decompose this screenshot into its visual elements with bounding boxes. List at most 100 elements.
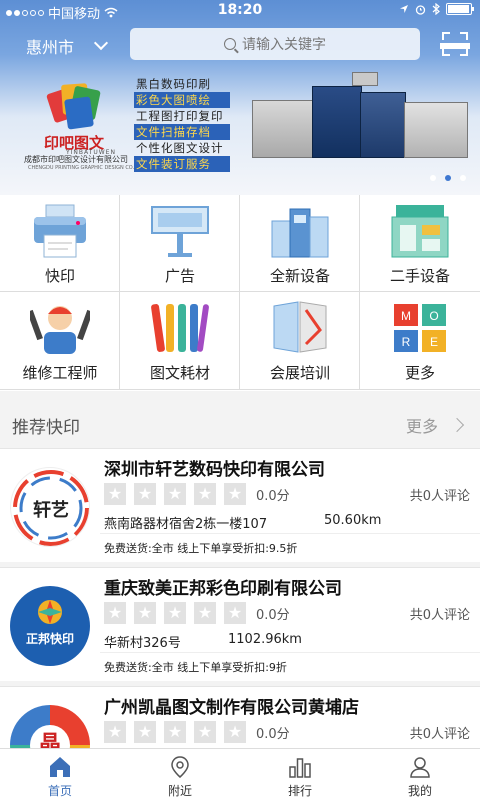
banner-slogan: 文件扫描存档 <box>134 124 230 140</box>
category-item-more[interactable]: M O R E 更多 <box>360 292 480 390</box>
shop-distance: 50.60km <box>324 513 382 528</box>
category-item-repair-engineer[interactable]: 维修工程师 <box>0 292 120 390</box>
category-label: 快印 <box>44 267 75 285</box>
card-divider <box>100 533 480 534</box>
shop-card[interactable]: 轩艺 深圳市轩艺数码快印有限公司 0.0分 共0人评论 燕南路器材宿舍2栋一楼1… <box>0 448 480 562</box>
header: 中国移动 18:20 惠州市 请输入关键字 印吧图文 YINBATUWEN 成都… <box>0 0 480 195</box>
star-icon <box>164 602 186 624</box>
shop-logo: 轩艺 <box>10 467 90 547</box>
carousel-dot[interactable] <box>445 175 451 181</box>
company-name: 成都市印吧图文设计有限公司 <box>24 155 128 164</box>
repair-engineer-icon <box>30 306 90 354</box>
city-label: 惠州市 <box>26 38 75 57</box>
category-item-quick-print[interactable]: 快印 <box>0 195 120 292</box>
shop-name: 重庆致美正邦彩色印刷有限公司 <box>104 579 342 599</box>
star-icon <box>194 602 216 624</box>
card-divider <box>100 652 480 653</box>
tab-label: 排行 <box>287 784 312 798</box>
star-icon <box>134 483 156 505</box>
shop-score: 0.0分 <box>256 489 290 504</box>
carousel-dots <box>0 175 480 181</box>
shop-reviews: 共0人评论 <box>409 489 470 504</box>
star-icon <box>224 483 246 505</box>
carousel-dot[interactable] <box>460 175 466 181</box>
billboard-icon <box>151 206 209 257</box>
printer-image <box>252 72 474 164</box>
svg-text:O: O <box>429 309 438 323</box>
slogan-list: 黑白数码印刷 彩色大图喷绘 工程图打印复印 文件扫描存档 个性化图文设计 文件装订服务 <box>134 76 230 172</box>
search-input[interactable]: 请输入关键字 <box>130 28 420 60</box>
category-label: 二手设备 <box>389 267 450 285</box>
star-icon <box>134 602 156 624</box>
shop-promo: 免费送货:全市 线上下单享受折扣:9折 <box>104 661 287 674</box>
shop-card[interactable]: 晶 广州凯晶图文制作有限公司黄埔店 0.0分 共0人评论 <box>0 686 480 748</box>
star-icon <box>194 483 216 505</box>
tab-label: 我的 <box>407 784 432 798</box>
star-icon <box>104 483 126 505</box>
banner-slogan: 黑白数码印刷 <box>136 77 211 91</box>
alarm-icon <box>415 4 426 15</box>
new-equipment-icon <box>271 208 329 258</box>
star-icon <box>194 721 216 743</box>
recommend-header: 推荐快印 更多 <box>0 402 480 446</box>
category-item-used-equipment[interactable]: 二手设备 <box>360 195 480 292</box>
company-logo <box>44 80 104 136</box>
chevron-right-icon <box>449 417 465 433</box>
category-item-ads[interactable]: 广告 <box>120 195 240 292</box>
tab-nearby[interactable]: 附近 <box>120 749 240 800</box>
category-label: 全新设备 <box>269 267 330 285</box>
svg-text:M: M <box>401 309 411 323</box>
banner-slogan: 个性化图文设计 <box>136 141 224 155</box>
location-icon <box>171 756 189 778</box>
category-item-consumables[interactable]: 图文耗材 <box>120 292 240 390</box>
shop-logo: 晶 <box>10 705 90 748</box>
carousel-dot[interactable] <box>430 175 436 181</box>
banner-slogan: 工程图打印复印 <box>136 109 224 123</box>
profile-icon <box>410 757 430 778</box>
tab-profile[interactable]: 我的 <box>360 749 480 800</box>
category-label: 更多 <box>404 364 435 382</box>
star-icon <box>164 483 186 505</box>
promo-banner[interactable]: 印吧图文 YINBATUWEN 成都市印吧图文设计有限公司 CHENGDU PR… <box>0 62 480 195</box>
category-label: 图文耗材 <box>149 364 210 382</box>
company-name-english: CHENGDU PRINTING GRAPHIC DESIGN CO.,LTD <box>28 165 145 171</box>
used-equipment-icon <box>391 205 449 258</box>
category-label: 维修工程师 <box>22 364 98 382</box>
rating-stars <box>104 721 246 743</box>
shop-promo: 免费送货:全市 线上下单享受折扣:9.5折 <box>104 542 298 555</box>
chevron-down-icon <box>93 35 109 51</box>
tab-label: 首页 <box>47 784 72 798</box>
shop-address: 华新村326号 <box>104 636 181 651</box>
svg-text:R: R <box>402 335 411 349</box>
shop-address: 燕南路器材宿舍2栋一楼107 <box>104 517 268 532</box>
shop-card[interactable]: 正邦快印 重庆致美正邦彩色印刷有限公司 0.0分 共0人评论 华新村326号 1… <box>0 567 480 681</box>
star-icon <box>104 721 126 743</box>
tab-bar: 首页 附近 排行 我的 <box>0 748 480 800</box>
category-item-new-equipment[interactable]: 全新设备 <box>240 195 360 292</box>
banner-slogan: 文件装订服务 <box>134 156 230 172</box>
category-grid: 快印 广告 全新设备 二手设备 维修工程师 图文耗材 会展培训 M O R E … <box>0 195 480 391</box>
tab-ranking[interactable]: 排行 <box>240 749 360 800</box>
shop-logo-text: 晶 <box>30 725 70 748</box>
star-icon <box>224 602 246 624</box>
exhibition-training-icon <box>273 301 327 353</box>
shop-logo: 正邦快印 <box>10 586 90 666</box>
search-icon <box>224 38 236 50</box>
shop-logo-text: 轩艺 <box>33 500 69 521</box>
battery-icon <box>446 3 474 15</box>
category-label: 会展培训 <box>269 364 330 382</box>
location-arrow-icon <box>400 5 408 13</box>
star-icon <box>224 721 246 743</box>
tab-home[interactable]: 首页 <box>0 749 120 800</box>
section-title: 推荐快印 <box>12 418 80 438</box>
printer-icon <box>34 204 86 258</box>
shop-reviews: 共0人评论 <box>409 608 470 623</box>
status-bar: 中国移动 18:20 <box>0 0 480 22</box>
more-icon: M O R E <box>394 304 446 352</box>
category-item-exhibition-training[interactable]: 会展培训 <box>240 292 360 390</box>
city-selector[interactable]: 惠州市 <box>26 34 109 58</box>
ranking-icon <box>289 758 311 778</box>
more-link[interactable]: 更多 <box>406 413 465 437</box>
shop-logo-art <box>38 600 62 624</box>
scan-icon[interactable] <box>440 32 470 56</box>
